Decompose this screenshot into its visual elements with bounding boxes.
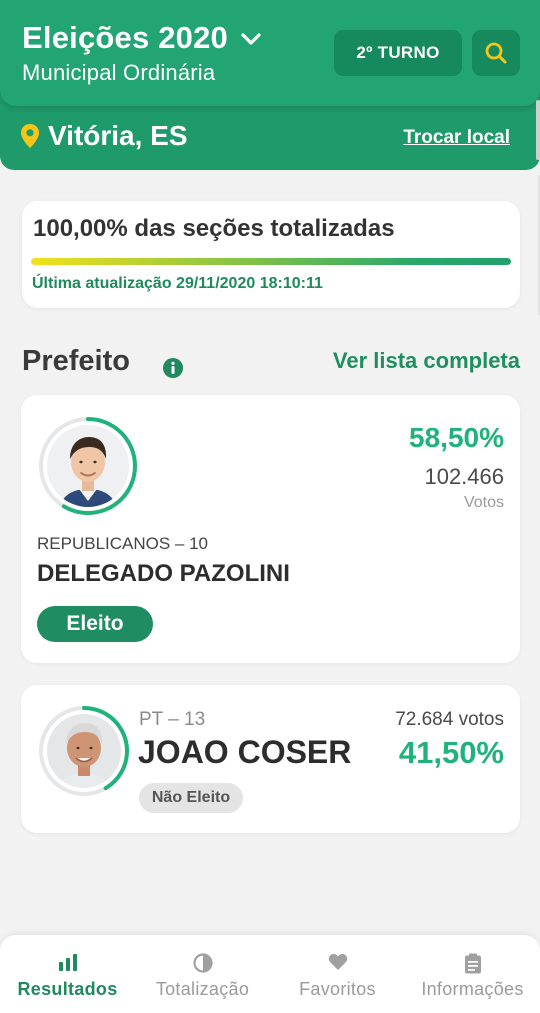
- party-label: REPUBLICANOS – 10: [37, 534, 209, 553]
- clipboard-icon: [464, 953, 481, 974]
- candidate-card[interactable]: PT – 13 JOAO COSER 72.684 votos 41,50% N…: [21, 685, 520, 833]
- search-icon: [485, 42, 507, 64]
- election-title: Eleições 2020: [22, 20, 228, 55]
- candidate-photo-ring: [39, 417, 137, 515]
- avatar: [47, 425, 129, 507]
- election-selector[interactable]: Eleições 2020: [22, 20, 262, 56]
- election-subtitle: Municipal Ordinária: [22, 60, 216, 85]
- last-update-text: Última atualização 29/11/2020 18:10:11: [32, 275, 323, 292]
- header: Eleições 2020 Municipal Ordinária 2º TUR…: [0, 0, 540, 170]
- nav-item-informacoes[interactable]: Informações: [405, 935, 540, 1013]
- scrollbar-thumb[interactable]: [536, 100, 540, 160]
- bottom-navigation: Resultados Totalização Favoritos Informa…: [0, 935, 540, 1013]
- votes-label: Votos: [463, 494, 504, 511]
- vote-percentage: 41,50%: [398, 735, 504, 770]
- nav-label: Informações: [421, 979, 524, 999]
- status-badge: Eleito: [37, 606, 153, 642]
- chevron-down-icon: [241, 33, 261, 45]
- avatar-with-ring: [37, 704, 131, 803]
- location-name: Vitória, ES: [48, 120, 188, 151]
- nav-item-resultados[interactable]: Resultados: [0, 935, 135, 1013]
- turno-button[interactable]: 2º TURNO: [334, 30, 462, 76]
- candidate-photo-ring: [39, 706, 129, 796]
- progress-card: 100,00% das seções totalizadas Última at…: [22, 201, 520, 308]
- vote-count: 72.684 votos: [395, 709, 504, 730]
- nav-label: Totalização: [155, 979, 250, 999]
- info-icon[interactable]: [162, 357, 184, 379]
- candidate-name: DELEGADO PAZOLINI: [37, 560, 290, 587]
- candidate-card[interactable]: 58,50% 102.466 Votos REPUBLICANOS – 10 D…: [21, 395, 520, 663]
- party-label: PT – 13: [139, 709, 206, 730]
- vote-percentage: 58,50%: [409, 422, 504, 453]
- status-badge: Não Eleito: [139, 783, 243, 813]
- see-full-list-link[interactable]: Ver lista completa: [333, 348, 520, 374]
- avatar: [47, 714, 121, 788]
- nav-label: Resultados: [17, 979, 118, 999]
- location: Vitória, ES: [20, 120, 188, 152]
- progress-title: 100,00% das seções totalizadas: [33, 215, 395, 242]
- section-title: Prefeito: [22, 345, 130, 377]
- nav-item-totalizacao[interactable]: Totalização: [135, 935, 270, 1013]
- pie-icon: [192, 953, 213, 973]
- header-top: Eleições 2020 Municipal Ordinária 2º TUR…: [0, 0, 540, 106]
- progress-fill: [31, 258, 511, 265]
- progress-bar: [31, 258, 511, 265]
- heart-icon: [328, 954, 347, 970]
- change-location-link[interactable]: Trocar local: [403, 127, 510, 149]
- candidate-name: JOAO COSER: [138, 734, 352, 770]
- location-pin-icon: [21, 124, 39, 148]
- vote-count: 102.466: [424, 464, 504, 489]
- nav-label: Favoritos: [299, 979, 376, 999]
- nav-item-favoritos[interactable]: Favoritos: [270, 935, 405, 1013]
- search-button[interactable]: [472, 30, 520, 76]
- avatar-with-ring: [37, 415, 139, 522]
- bar-chart-icon: [58, 954, 77, 971]
